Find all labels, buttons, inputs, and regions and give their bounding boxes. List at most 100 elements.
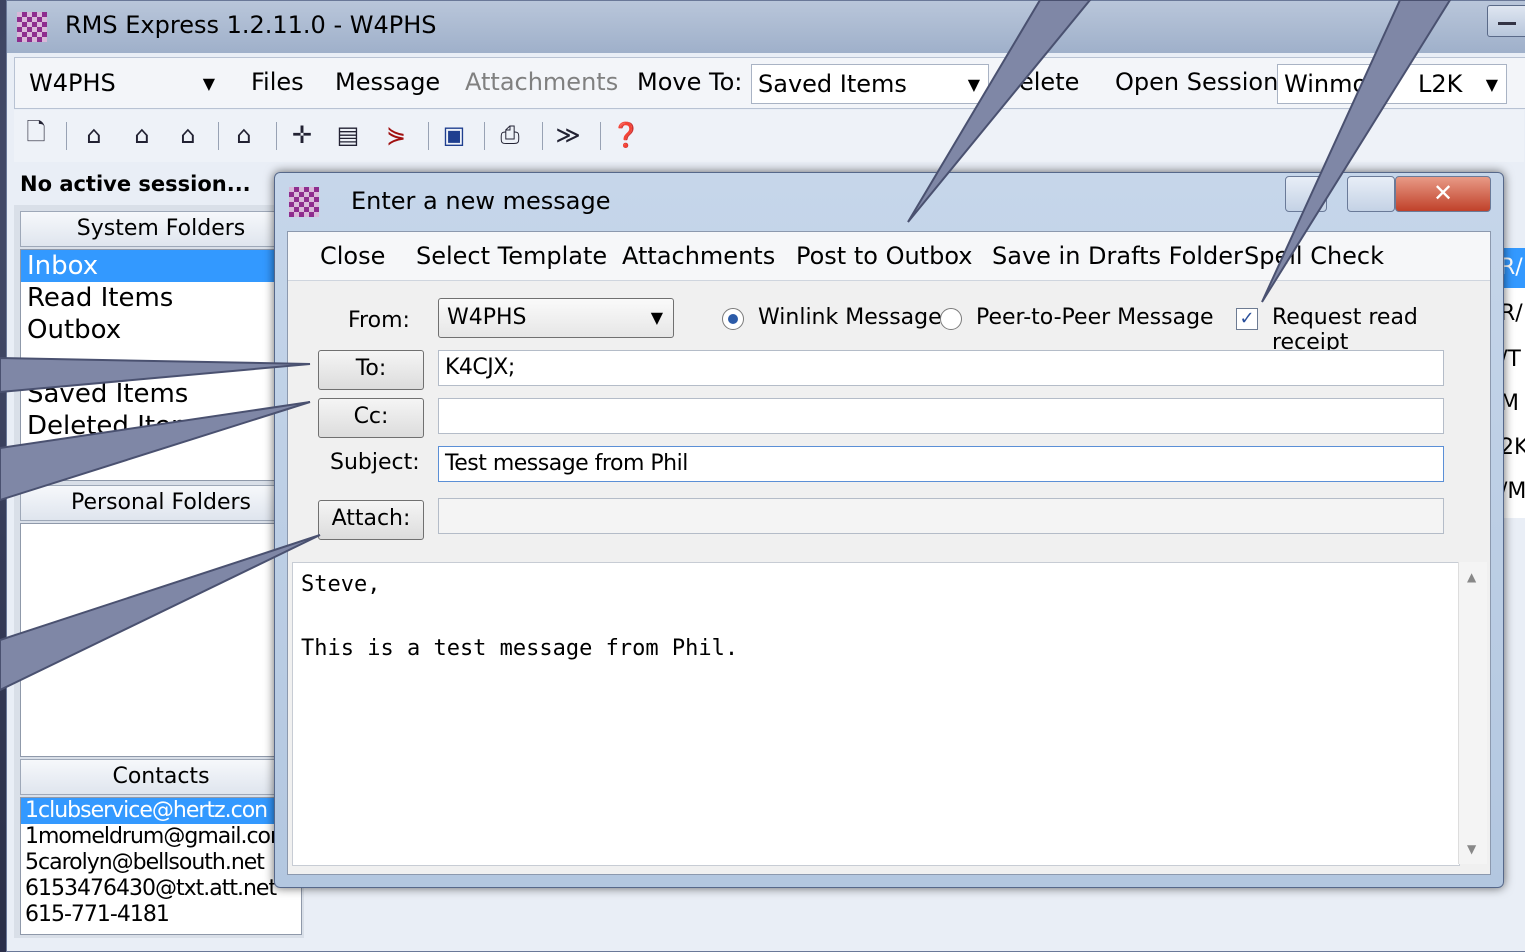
new-message-dialog: Enter a new message ✕ Close Select Templ… [274,172,1504,888]
menu-spell-check[interactable]: Spell Check [1244,242,1384,270]
folder-read-items[interactable]: Read Items [21,282,301,314]
folder-outbox[interactable]: Outbox [21,314,301,346]
folder-inbox[interactable]: Inbox [21,250,301,282]
dialog-title: Enter a new message [351,187,611,215]
dialog-app-icon [289,187,319,217]
menu-post-to-outbox[interactable]: Post to Outbox [796,242,972,270]
save-icon[interactable]: ▣ [438,118,470,152]
system-folders-header: System Folders [20,211,302,247]
chevron-down-icon: ▼ [202,74,215,93]
print-icon[interactable]: ⎙ [494,118,526,152]
new-document-icon[interactable]: 🗋 [20,118,52,152]
contact-item[interactable]: 1momeldrum@gmail.con [21,824,301,850]
attach-button[interactable]: Attach: [318,500,424,540]
connect-icon[interactable]: ≫ [552,118,584,152]
toolbar-separator [542,122,543,150]
contact-item[interactable]: 5carolyn@bellsouth.net [21,850,301,876]
menu-close[interactable]: Close [320,242,385,270]
dialog-menubar: Close Select Template Attachments Post t… [288,232,1490,281]
attach-field [438,498,1444,534]
open-session-label: Open Session: [1115,68,1287,96]
move-to-dropdown[interactable]: Saved Items ▼ [751,64,989,104]
help-icon[interactable]: ❓ [610,118,642,152]
checkmark-icon: ✓ [1239,308,1255,329]
callsign-selector[interactable]: W4PHS ▼ [23,64,223,102]
cc-field[interactable] [438,398,1444,434]
close-icon: ✕ [1432,179,1454,207]
delete-icon[interactable]: ⋟ [380,118,412,152]
menu-attachments[interactable]: Attachments [622,242,775,270]
folder-saved-items[interactable]: Saved Items [21,378,301,410]
contact-item[interactable]: 1clubservice@hertz.con [21,798,301,824]
main-window-title: RMS Express 1.2.11.0 - W4PHS [65,11,437,39]
p2p-radio[interactable] [940,308,962,330]
folder-deleted-items[interactable]: Deleted Items [21,410,301,442]
list-icon[interactable]: ▤ [332,118,364,152]
main-title-bar: RMS Express 1.2.11.0 - W4PHS [7,1,1525,53]
move-icon[interactable]: ✛ [286,118,318,152]
winlink-label: Winlink Message [758,305,942,330]
dialog-maximize-button[interactable] [1347,176,1395,212]
toolbar-separator [276,122,277,150]
dialog-minimize-button[interactable] [1285,176,1327,212]
chevron-down-icon: ▼ [967,75,980,94]
chevron-down-icon: ▼ [1485,75,1498,94]
folder-drafts[interactable]: Dr [21,442,301,474]
main-toolbar: 🗋 ⌂ ⌂ ⌂ ⌂ ✛ ▤ ⋟ ▣ ⎙ ≫ ❓ [14,110,1524,162]
menu-message[interactable]: Message [335,68,440,96]
open-session-value-right: L2K [1418,70,1463,98]
toolbar-separator [484,122,485,150]
personal-folders-header: Personal Folders [20,485,302,521]
open-session-dropdown[interactable]: Winmo L2K ▼ [1277,64,1507,104]
menu-attachments[interactable]: Attachments [465,68,618,96]
message-body-text: Steve, This is a test message from Phil. [301,572,739,661]
minimize-button[interactable] [1487,5,1525,37]
contacts-header: Contacts [20,759,302,795]
contact-item[interactable]: 615-771-4181 [21,902,301,928]
toolbar-separator [428,122,429,150]
chevron-down-icon: ▼ [650,308,663,327]
to-field[interactable]: K4CJX; [438,350,1444,386]
dialog-body: Close Select Template Attachments Post t… [287,231,1491,875]
read-receipt-label: Request read receipt [1272,305,1418,355]
from-value: W4PHS [447,305,527,330]
toolbar-separator [66,122,67,150]
forward-icon[interactable]: ⌂ [228,118,260,152]
from-label: From: [348,308,410,333]
folder-hidden[interactable] [21,346,301,378]
inbox-icon[interactable]: ⌂ [78,118,110,152]
read-receipt-checkbox[interactable]: ✓ [1236,308,1258,330]
to-button[interactable]: To: [318,350,424,390]
move-to-label: Move To: [637,68,743,96]
message-body-scrollbar[interactable]: ▲ ▼ [1458,562,1487,864]
main-menubar: W4PHS ▼ Files Message Attachments Move T… [14,57,1525,109]
contact-item[interactable]: 6153476430@txt.att.net [21,876,301,902]
folder-panel: System Folders Inbox Read Items Outbox S… [14,205,304,938]
dialog-close-button[interactable]: ✕ [1395,176,1491,212]
scroll-down-icon[interactable]: ▼ [1467,842,1476,856]
read-items-icon[interactable]: ⌂ [126,118,158,152]
personal-folders-list [20,523,302,757]
menu-delete[interactable]: elete [1019,68,1079,96]
session-status: No active session... [20,172,251,196]
scroll-up-icon[interactable]: ▲ [1467,570,1476,584]
menu-select-template[interactable]: Select Template [416,242,607,270]
p2p-label: Peer-to-Peer Message [976,305,1214,330]
open-session-value-left: Winmo [1284,70,1368,98]
toolbar-separator [218,122,219,150]
subject-label: Subject: [330,450,420,475]
from-dropdown[interactable]: W4PHS ▼ [438,298,674,338]
cc-button[interactable]: Cc: [318,398,424,438]
menu-save-drafts[interactable]: Save in Drafts Folder [992,242,1243,270]
move-to-value: Saved Items [758,70,907,98]
menu-files[interactable]: Files [251,68,304,96]
contacts-list: 1clubservice@hertz.con 1momeldrum@gmail.… [20,797,302,935]
subject-field[interactable]: Test message from Phil [438,446,1444,482]
callsign-value: W4PHS [29,69,116,97]
winlink-radio[interactable] [722,308,744,330]
toolbar-separator [600,122,601,150]
message-body[interactable]: Steve, This is a test message from Phil. [292,562,1460,866]
system-folders-list: Inbox Read Items Outbox Saved Items Dele… [20,249,302,481]
outbox-icon[interactable]: ⌂ [172,118,204,152]
app-icon [17,12,47,42]
